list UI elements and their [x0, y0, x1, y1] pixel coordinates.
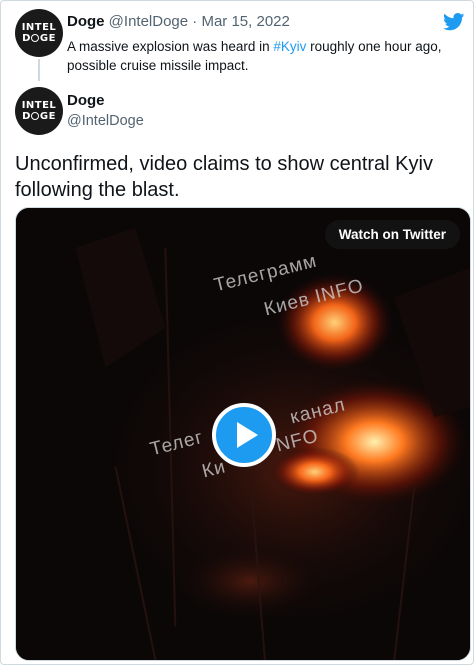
avatar-text-right: GE [39, 33, 56, 44]
separator: · [192, 13, 198, 30]
avatar-text-left: D [22, 111, 31, 122]
avatar[interactable]: INTEL D GE [15, 87, 63, 135]
hashtag-link[interactable]: #Kyiv [273, 39, 306, 54]
avatar-text-left: D [22, 33, 31, 44]
tweet-embed-card: INTEL D GE Doge @IntelDoge · Mar 15, 2022… [0, 0, 474, 665]
tweet-date[interactable]: Mar 15, 2022 [201, 13, 289, 30]
parent-tweet-text: A massive explosion was heard in #Kyiv r… [67, 37, 447, 75]
avatar-dot [31, 34, 40, 42]
watch-on-twitter-button[interactable]: Watch on Twitter [324, 220, 460, 249]
play-icon[interactable] [212, 403, 276, 467]
avatar-text-right: GE [39, 111, 56, 122]
avatar-dot [31, 112, 40, 120]
tweet-text: Unconfirmed, video claims to show centra… [15, 153, 433, 201]
parent-text-part: A massive explosion was heard in [67, 39, 274, 54]
author-handle[interactable]: @IntelDoge [109, 13, 188, 30]
twitter-bird-icon[interactable] [443, 13, 465, 31]
parent-tweet-header: Doge @IntelDoge · Mar 15, 2022 [67, 13, 290, 30]
thread-connector [38, 59, 40, 81]
video-player[interactable]: Watch on Twitter Телеграмм Киев INFO Тел… [15, 207, 471, 661]
avatar[interactable]: INTEL D GE [15, 9, 63, 57]
author-handle[interactable]: @IntelDoge [67, 113, 144, 129]
avatar-text-line1: INTEL [21, 100, 57, 111]
avatar-text-line1: INTEL [21, 22, 57, 33]
author-name[interactable]: Doge [67, 92, 105, 109]
author-name[interactable]: Doge [67, 13, 105, 30]
